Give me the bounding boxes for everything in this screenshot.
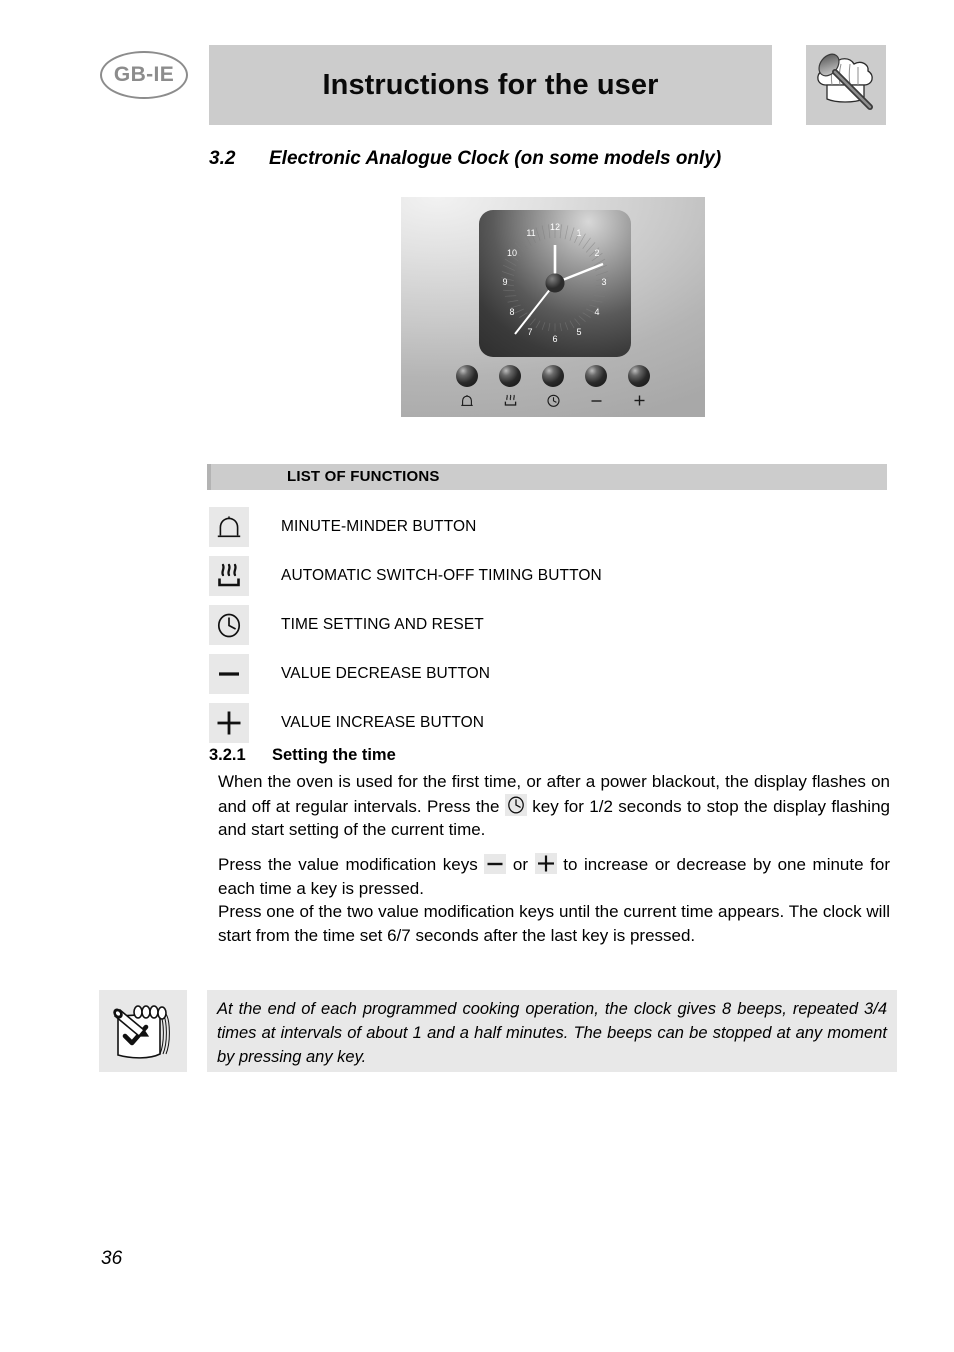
clock-photo-button-minute-minder <box>456 365 478 387</box>
function-row-time-setting: TIME SETTING AND RESET <box>207 605 897 649</box>
clock-number-1: 1 <box>576 228 582 238</box>
section-title: Electronic Analogue Clock (on some model… <box>269 148 722 169</box>
page-header: GB-IE Instructions for the user <box>0 45 954 130</box>
clock-number-10: 10 <box>506 248 517 258</box>
clock-number-9: 9 <box>502 277 508 287</box>
minus-icon <box>209 654 249 694</box>
plus-icon <box>534 853 557 874</box>
clock-number-7: 7 <box>527 327 533 337</box>
minus-icon <box>484 854 507 874</box>
list-of-functions-label: LIST OF FUNCTIONS <box>287 468 440 485</box>
clock-photo-button-decrease <box>585 365 607 387</box>
note-text: At the end of each programmed cooking op… <box>217 1000 887 1066</box>
subsection-heading: 3.2.1 Setting the time <box>209 746 396 765</box>
analogue-clock-face: 12 1 2 3 4 5 6 7 8 9 10 11 <box>479 210 631 357</box>
clock-number-2: 2 <box>594 248 600 258</box>
clock-number-12: 12 <box>549 222 560 232</box>
minus-icon <box>584 393 608 410</box>
heating-element-icon <box>209 556 249 596</box>
bell-icon <box>209 507 249 547</box>
section-number: 3.2 <box>209 148 236 169</box>
clock-photo-button-increase <box>628 365 650 387</box>
function-label-value-decrease: VALUE DECREASE BUTTON <box>281 665 491 682</box>
clock-number-11: 11 <box>526 228 536 238</box>
clock-icon <box>504 793 527 816</box>
function-row-value-decrease: VALUE DECREASE BUTTON <box>207 654 897 698</box>
function-label-auto-switch-off: AUTOMATIC SWITCH-OFF TIMING BUTTON <box>281 567 602 584</box>
plus-icon <box>627 392 651 410</box>
clock-icon <box>541 393 565 410</box>
list-of-functions-bar: LIST OF FUNCTIONS <box>207 464 887 490</box>
section-heading: 3.2 Electronic Analogue Clock (on some mo… <box>209 148 909 170</box>
function-row-value-increase: VALUE INCREASE BUTTON <box>207 703 897 747</box>
paragraph-2-part-b: or <box>512 855 529 874</box>
chef-hat-spoon-icon <box>806 45 886 125</box>
page-title: Instructions for the user <box>322 68 659 101</box>
paragraph-setting-time-2: Press the value modification keys or to … <box>218 853 890 900</box>
clock-photo-button-auto-switch-off <box>499 365 521 387</box>
functions-bar-accent <box>207 464 211 490</box>
function-row-minute-minder: MINUTE-MINDER BUTTON <box>207 507 897 551</box>
clock-number-6: 6 <box>552 334 558 344</box>
country-code-label: GB-IE <box>113 63 175 86</box>
clock-number-8: 8 <box>509 307 515 317</box>
country-code-badge: GB-IE <box>100 51 188 99</box>
function-label-value-increase: VALUE INCREASE BUTTON <box>281 714 485 731</box>
function-row-auto-switch-off: AUTOMATIC SWITCH-OFF TIMING BUTTON <box>207 556 897 600</box>
header-title-bar: Instructions for the user <box>209 45 772 125</box>
subsection-number: 3.2.1 <box>209 746 246 764</box>
clock-number-3: 3 <box>601 277 607 287</box>
clock-product-photo: 12 1 2 3 4 5 6 7 8 9 10 11 <box>401 197 705 417</box>
plus-icon <box>209 703 249 743</box>
note-box: At the end of each programmed cooking op… <box>207 990 897 1072</box>
page-number: 36 <box>101 1248 123 1269</box>
bell-icon <box>455 393 479 410</box>
clock-number-5: 5 <box>576 327 582 337</box>
heating-element-icon <box>498 393 522 410</box>
paragraph-setting-time-3: Press one of the two value modification … <box>218 902 890 945</box>
notepad-pencil-icon <box>99 990 187 1072</box>
function-label-time-setting: TIME SETTING AND RESET <box>281 616 484 633</box>
clock-icon <box>209 605 249 645</box>
function-label-minute-minder: MINUTE-MINDER BUTTON <box>281 518 477 535</box>
paragraph-setting-time-1: When the oven is used for the first time… <box>218 770 890 842</box>
subsection-title: Setting the time <box>272 746 396 764</box>
clock-photo-button-time-setting <box>542 365 564 387</box>
clock-number-4: 4 <box>594 307 600 317</box>
paragraph-2-part-a: Press the value modification keys <box>218 855 478 874</box>
